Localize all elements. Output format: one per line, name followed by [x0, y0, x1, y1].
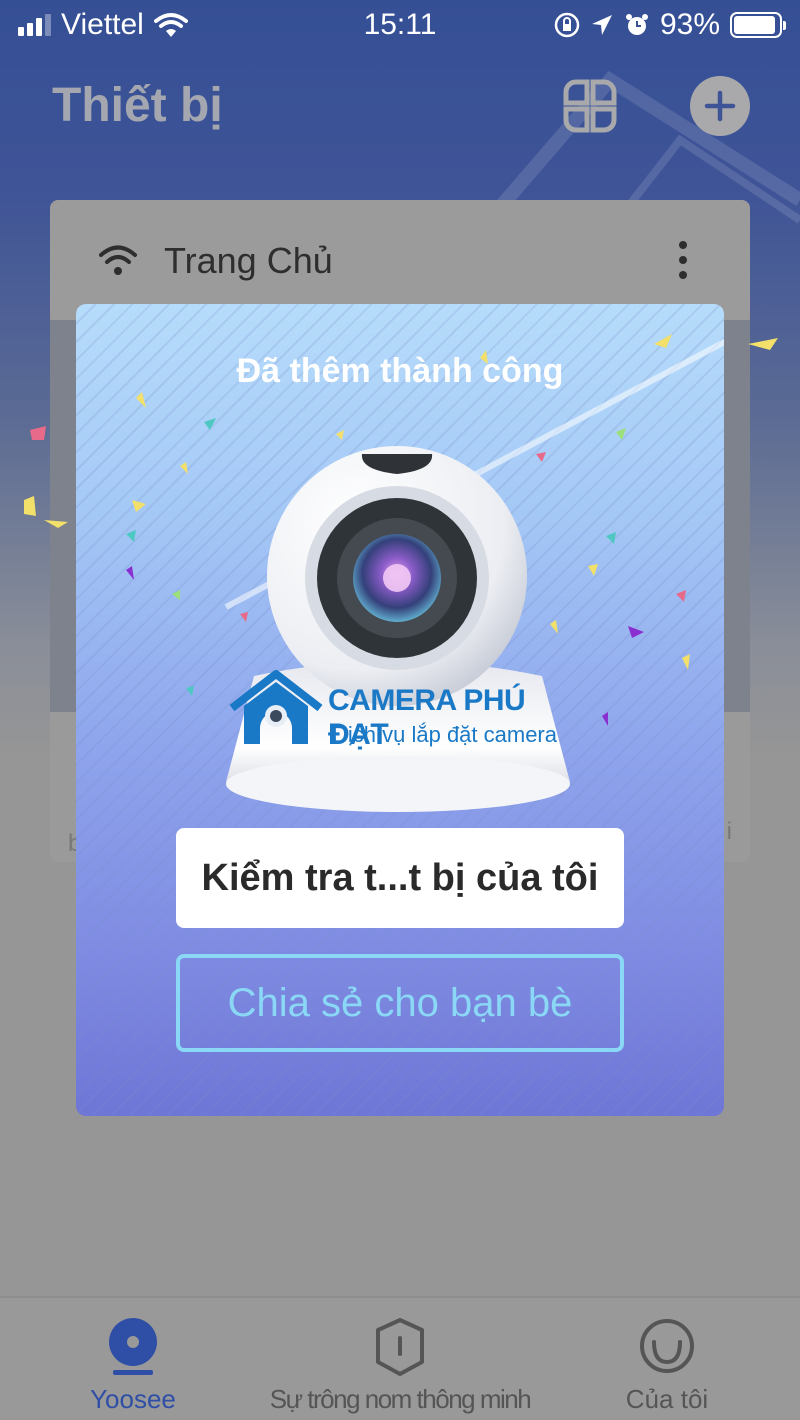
- tab-label: Yoosee: [90, 1384, 176, 1414]
- camera-illustration: [267, 446, 527, 706]
- tab-mine[interactable]: Của tôi: [534, 1298, 800, 1420]
- tab-yoosee[interactable]: Yoosee: [0, 1298, 266, 1420]
- page-title: Thiết bị: [52, 79, 223, 132]
- footer-text-right: i: [726, 818, 732, 845]
- location-icon: [591, 15, 612, 35]
- grid-view-icon: [563, 79, 617, 133]
- watermark-logo: CAMERA PHÚ ĐẠT Dịch vụ lắp đặt camera: [228, 670, 588, 751]
- grid-view-button[interactable]: [562, 78, 618, 134]
- status-bar: Viettel 15:11 93%: [0, 0, 800, 52]
- battery-level: [734, 16, 775, 34]
- dialog-title: Đã thêm thành công: [236, 352, 564, 390]
- bottom-tab-bar: Yoosee Sự trông nom thông minh Của tôi: [0, 1296, 800, 1420]
- rotation-lock-icon: [554, 12, 580, 38]
- watermark-tagline: Dịch vụ lắp đặt camera: [332, 722, 557, 747]
- wifi-icon: [99, 245, 137, 275]
- alarm-icon: [625, 14, 648, 35]
- share-with-friends-button[interactable]: Chia sẻ cho bạn bè: [176, 954, 624, 1052]
- tab-label: Của tôi: [625, 1384, 709, 1414]
- tab-smart-monitoring[interactable]: Sự trông nom thông minh: [267, 1298, 533, 1420]
- battery-percent: 93%: [659, 8, 720, 41]
- add-device-button[interactable]: [690, 76, 750, 136]
- device-name: Trang Chủ: [164, 240, 333, 281]
- camera-icon: [109, 1318, 157, 1375]
- success-dialog: Đã thêm thành công CAMERA PHÚ ĐẠT Dịch v…: [76, 304, 724, 1116]
- smile-icon: [640, 1319, 694, 1373]
- tab-label: Sự trông nom thông minh: [269, 1384, 532, 1414]
- battery-icon: [730, 12, 786, 38]
- more-vertical-icon[interactable]: [678, 240, 688, 280]
- shield-icon: [376, 1318, 424, 1376]
- check-my-device-button[interactable]: Kiểm tra t...t bị của tôi: [176, 828, 624, 928]
- house-camera-icon: [229, 670, 323, 744]
- plus-icon: [704, 90, 736, 122]
